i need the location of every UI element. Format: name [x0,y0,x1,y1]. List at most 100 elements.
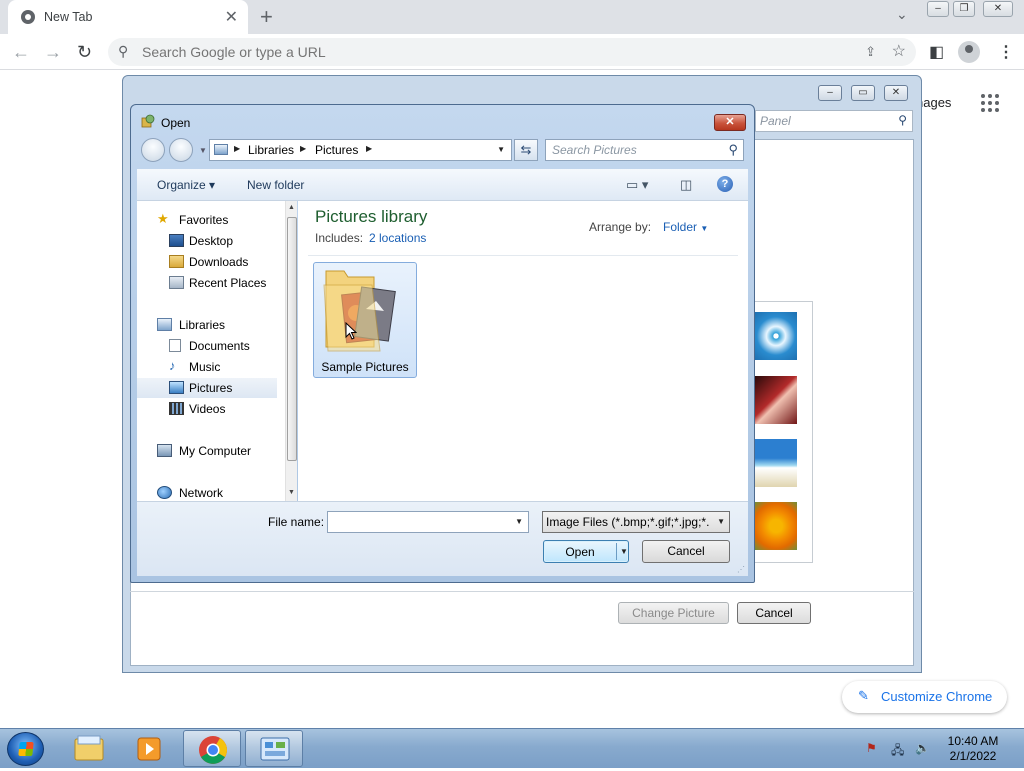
minimize-button[interactable]: ‒ [927,1,949,17]
media-player-icon [137,737,161,761]
change-picture-button[interactable]: Change Picture [618,602,729,624]
omnibox-input[interactable] [140,42,840,62]
taskbar-control-panel[interactable] [245,730,303,767]
nav-libraries[interactable]: Libraries [137,315,277,335]
customize-chrome-button[interactable]: ✎ Customize Chrome [842,681,1007,713]
action-center-flag-icon[interactable]: ⚑ [866,741,877,755]
bookmark-star-icon[interactable]: ☆ [892,41,906,61]
locations-link[interactable]: 2 locations [369,231,426,245]
reload-icon[interactable]: ↻ [77,42,92,63]
change-view-icon[interactable]: ▭ ▾ [626,177,648,193]
chrome-menu-icon[interactable]: ⋮ [998,42,1014,62]
panel-search-box[interactable]: Panel ⚲ [755,110,913,132]
refresh-button[interactable]: ⇆ [514,139,538,161]
google-apps-icon[interactable] [981,94,999,112]
resize-grip-icon[interactable]: ⋰ [737,565,745,574]
share-icon[interactable]: ⇪ [865,44,876,60]
downloads-folder-icon [169,255,184,268]
file-name-input[interactable] [331,514,501,530]
nav-downloads[interactable]: Downloads [137,252,277,272]
bg-maximize-button[interactable]: ▭ [851,85,875,101]
file-type-value: Image Files (*.bmp;*.gif;*.jpg;*. [546,515,710,529]
help-icon[interactable]: ? [717,176,733,192]
scroll-down-arrow-icon[interactable]: ▼ [288,489,295,496]
folder-item-sample-pictures[interactable]: Sample Pictures [313,262,417,378]
new-folder-button[interactable]: New folder [247,178,304,192]
nav-label: Libraries [179,318,226,332]
network-tray-icon[interactable]: 🖧 [891,741,904,762]
nav-pictures[interactable]: Pictures [137,378,277,398]
picture-thumbnails [755,301,813,563]
control-panel-icon [260,737,290,761]
address-dropdown-icon[interactable]: ▼ [497,145,505,154]
search-pictures-box[interactable]: Search Pictures ⚲ [545,139,744,161]
tab-new-tab[interactable]: New Tab ✕ [8,0,248,34]
bg-minimize-button[interactable]: ‒ [818,85,842,101]
open-button-label: Open [565,545,595,559]
file-name-combobox[interactable]: ▼ [327,511,529,533]
scrollbar-thumb[interactable] [287,217,297,461]
thumbnail-windmill[interactable] [755,312,797,360]
preview-pane-icon[interactable]: ◫ [680,177,692,193]
folder-name: Sample Pictures [321,360,409,374]
volume-icon[interactable]: 🔈 [915,741,930,755]
search-icon: ⚲ [118,43,129,59]
nav-pane-scrollbar[interactable]: ▲ ▼ [285,201,297,501]
scroll-up-arrow-icon[interactable]: ▲ [288,204,295,211]
recent-pages-dropdown-icon[interactable]: ▼ [199,146,207,155]
arrange-by-dropdown[interactable]: Folder ▼ [663,220,708,234]
tab-close-icon[interactable]: ✕ [225,7,238,27]
profile-avatar-icon[interactable] [958,41,980,63]
tab-title: New Tab [44,10,93,24]
libraries-icon [157,318,172,331]
nav-documents[interactable]: Documents [137,336,277,356]
nav-videos[interactable]: Videos [137,399,277,419]
nav-favorites[interactable]: ★ Favorites [137,210,277,230]
nav-my-computer[interactable]: My Computer [137,441,277,461]
nav-label: Music [189,360,221,374]
open-button[interactable]: Open ▼ [543,540,629,563]
dialog-close-button[interactable]: ✕ [714,114,746,131]
breadcrumb-pictures[interactable]: Pictures [315,143,358,157]
breadcrumb-arrow-icon[interactable]: ▶ [366,144,372,153]
file-type-filter[interactable]: Image Files (*.bmp;*.gif;*.jpg;*. ▼ [542,511,730,533]
nav-desktop[interactable]: Desktop [137,231,277,251]
open-dialog-icon [141,114,155,128]
thumbnail-flower[interactable] [755,502,797,550]
system-clock[interactable]: 10:40 AM 2/1/2022 [940,734,1006,764]
bg-close-button[interactable]: ✕ [884,85,908,101]
taskbar-media-player[interactable] [121,730,179,767]
restore-button[interactable]: ❐ [953,1,975,17]
tab-strip: New Tab ✕ + ⌄ ‒ ❐ ✕ [0,0,1024,34]
breadcrumb-libraries[interactable]: Libraries [248,143,294,157]
window-close-button[interactable]: ✕ [983,1,1013,17]
taskbar-windows-explorer[interactable] [60,730,118,767]
forward-arrow-icon[interactable]: → [44,42,62,63]
file-type-dropdown-icon[interactable]: ▼ [717,517,725,526]
file-name-dropdown-icon[interactable]: ▼ [515,517,523,526]
taskbar-google-chrome[interactable] [183,730,241,767]
nav-recent-places[interactable]: Recent Places [137,273,277,293]
address-bar[interactable]: ▶ Libraries ▶ Pictures ▶ ▼ [209,139,512,161]
nav-music[interactable]: ♪ Music [137,357,277,377]
back-arrow-icon[interactable]: ← [12,42,30,63]
bg-cancel-button[interactable]: Cancel [737,602,811,624]
start-button[interactable] [7,732,44,766]
thumbnail-sailboat[interactable] [755,439,797,487]
organize-button[interactable]: Organize ▾ [157,178,215,192]
command-bar: Organize ▾ New folder ▭ ▾ ◫ ? [137,169,748,201]
omnibox[interactable]: ⚲ ⇪ ☆ [108,38,916,66]
back-button[interactable] [141,138,165,162]
tab-search-chevron-icon[interactable]: ⌄ [896,6,908,23]
windows-explorer-icon [74,735,104,761]
forward-button[interactable] [169,138,193,162]
open-options-dropdown-icon[interactable]: ▼ [620,547,628,556]
navigation-pane: ★ Favorites Desktop Downloads Recent Pla… [137,201,297,501]
breadcrumb-arrow-icon[interactable]: ▶ [300,144,306,153]
breadcrumb-arrow-icon[interactable]: ▶ [234,144,240,153]
new-tab-button[interactable]: + [260,4,273,30]
nav-network[interactable]: Network [137,483,277,503]
cancel-button[interactable]: Cancel [642,540,730,563]
side-panel-icon[interactable]: ◧ [929,42,944,62]
thumbnail-origami[interactable] [755,376,797,424]
